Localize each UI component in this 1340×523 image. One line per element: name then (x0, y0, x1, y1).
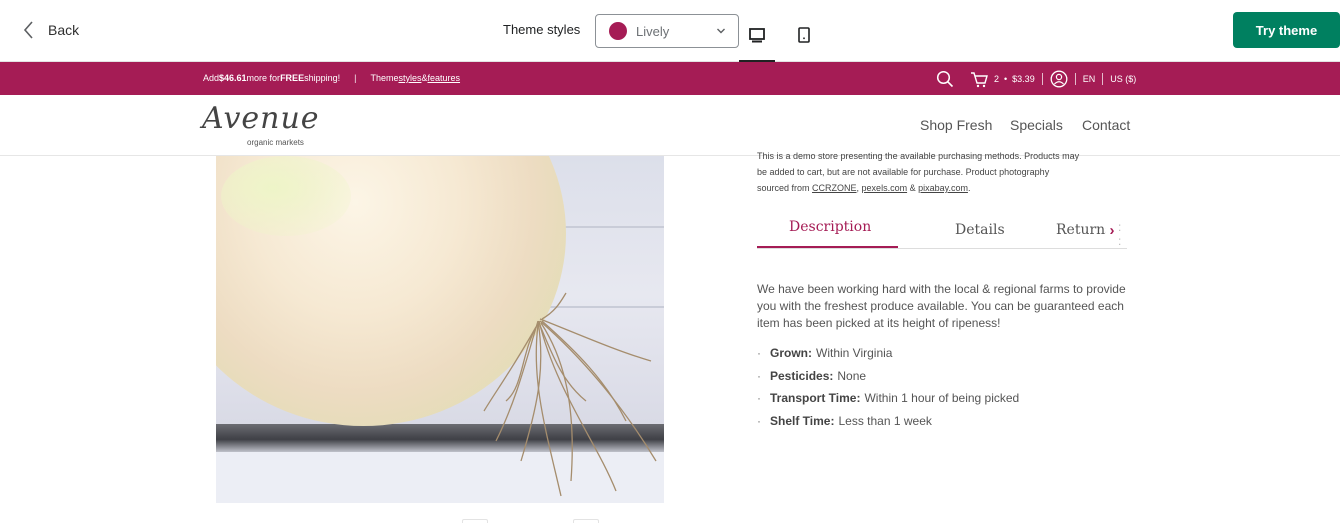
product-image[interactable] (216, 156, 664, 503)
list-item: · Transport Time: Within 1 hour of being p… (757, 390, 1127, 413)
attribute-value: None (837, 368, 867, 383)
cart-button[interactable]: 2 • $3.39 (970, 71, 1035, 88)
attribute-value: Within 1 hour of being picked (864, 391, 1020, 405)
search-icon (936, 70, 954, 88)
notice-prefix: sourced from (757, 183, 813, 193)
cart-count: 2 (994, 74, 1000, 84)
logo-subtitle: organic markets (247, 138, 304, 147)
chevron-down-icon (717, 28, 725, 34)
divider (1102, 73, 1104, 85)
theme-features-link[interactable]: features (428, 73, 461, 83)
account-button[interactable] (1050, 70, 1068, 88)
product-attributes: · Grown: Within Virginia · Pesticides: None … (757, 345, 1127, 435)
list-item: · Grown: Within Virginia (757, 345, 1127, 368)
chevron-left-icon (23, 21, 33, 39)
tablet-view-button[interactable] (786, 14, 822, 62)
store-header: Avenue organic markets Shop Fresh Specia… (0, 95, 1340, 156)
tab-returns[interactable]: Returns (1056, 222, 1106, 238)
notice-line: This is a demo store presenting the avai… (757, 151, 1080, 161)
nav-shop-fresh[interactable]: Shop Fresh (920, 117, 992, 133)
attribute-value: Less than 1 week (838, 413, 932, 428)
onion-highlight (221, 156, 351, 236)
nav-specials[interactable]: Specials (1010, 117, 1063, 133)
tablet-icon (798, 27, 810, 43)
theme-style-value: Lively (636, 23, 670, 39)
account-icon (1050, 70, 1068, 88)
try-theme-button[interactable]: Try theme (1233, 12, 1340, 48)
thumbnail[interactable] (462, 519, 488, 523)
back-label: Back (48, 22, 80, 38)
theme-style-select[interactable]: Lively (595, 14, 739, 48)
notice-amp: & (907, 183, 919, 193)
bullet: · (757, 413, 761, 428)
bullet: · (757, 346, 761, 360)
tab-description[interactable]: Description (789, 219, 871, 235)
ccrzone-link[interactable]: CCRZONE (812, 183, 857, 193)
desktop-view-button[interactable] (739, 14, 775, 62)
editor-toolbar: Back Theme styles Lively Try theme (0, 0, 1340, 62)
announcement-bar: Add $46.61 more for FREE shipping! | The… (0, 62, 1340, 95)
nav-contact[interactable]: Contact (1082, 117, 1130, 133)
shipping-suffix: shipping! (304, 73, 341, 83)
store-logo[interactable]: Avenue organic markets (200, 101, 332, 149)
logo-script: Avenue (202, 101, 320, 136)
search-button[interactable] (936, 70, 954, 88)
announcement-left: Add $46.61 more for FREE shipping! | The… (203, 73, 460, 83)
bullet: · (757, 368, 761, 383)
thumbnail[interactable] (573, 519, 599, 523)
theme-styles-label: Theme styles (503, 22, 581, 37)
currency-selector[interactable]: US ($) (1110, 74, 1136, 84)
shipping-free: FREE (280, 73, 305, 83)
list-item: · Shelf Time: Less than 1 week (757, 413, 1127, 436)
shipping-mid: more for (246, 73, 281, 83)
notice-line: sourced from CCRZONE, pexels.com & pixab… (757, 180, 1137, 196)
pixabay-link[interactable]: pixabay.com (918, 183, 968, 193)
shipping-prefix: Add (203, 73, 220, 83)
attribute-label: Pesticides: (770, 368, 834, 383)
active-tab-underline (757, 246, 898, 248)
cart-icon (971, 71, 988, 87)
attribute-label: Transport Time: (770, 391, 861, 405)
tab-details[interactable]: Details (955, 222, 1005, 238)
language-selector[interactable]: EN (1083, 74, 1096, 84)
theme-color-swatch (609, 22, 627, 40)
attribute-value: Within Virginia (816, 346, 893, 360)
tab-overflow: : : (1118, 220, 1122, 248)
desktop-icon (749, 28, 765, 43)
pexels-link[interactable]: pexels.com (862, 183, 908, 193)
notice-line: be added to cart, but are not available … (757, 167, 1050, 177)
divider (1041, 73, 1043, 85)
cart-dot: • (1004, 74, 1008, 84)
attribute-label: Grown: (770, 346, 812, 360)
attribute-label: Shelf Time: (770, 413, 835, 428)
product-tabs: Description Details Returns › : : (757, 212, 1127, 249)
announcement-right: 2 • $3.39 EN US ($) (936, 69, 1136, 89)
back-button[interactable]: Back (22, 20, 79, 40)
cart-total: $3.39 (1012, 74, 1035, 84)
theme-prefix: Theme (370, 73, 399, 83)
onion-roots (483, 292, 657, 497)
theme-styles-link[interactable]: styles (398, 73, 421, 83)
notice-end: . (967, 183, 971, 193)
shipping-amount: $46.61 (219, 73, 247, 83)
product-description: We have been working hard with the local… (757, 282, 1126, 330)
tabs-next-arrow[interactable]: › (1106, 222, 1118, 239)
announcement-separator: | (354, 73, 357, 83)
divider (1074, 73, 1076, 85)
demo-notice: This is a demo store presenting the avai… (757, 148, 1137, 196)
list-item: · Pesticides: None (757, 368, 1127, 391)
bullet: · (757, 391, 761, 405)
